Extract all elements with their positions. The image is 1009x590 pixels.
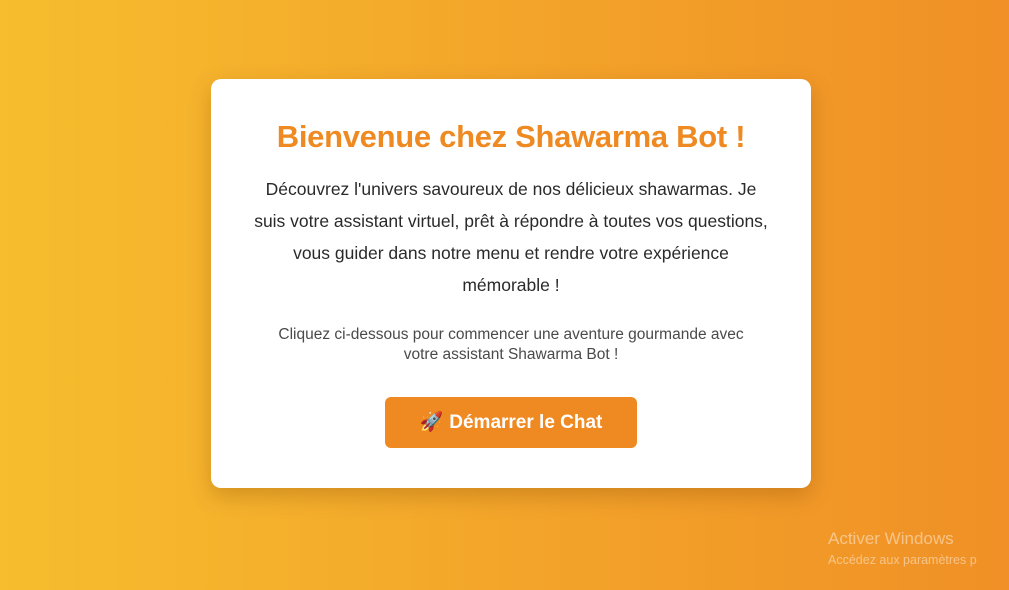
rocket-icon: 🚀 bbox=[419, 412, 444, 433]
start-chat-button[interactable]: 🚀 Démarrer le Chat bbox=[385, 397, 637, 448]
welcome-card: Bienvenue chez Shawarma Bot ! Découvrez … bbox=[211, 79, 811, 488]
windows-activation-watermark: Activer Windows Accédez aux paramètres p bbox=[828, 529, 977, 571]
watermark-subtitle: Accédez aux paramètres p bbox=[828, 553, 977, 567]
start-chat-label: Démarrer le Chat bbox=[449, 411, 603, 433]
watermark-title: Activer Windows bbox=[828, 529, 954, 548]
call-to-action-text: Cliquez ci-dessous pour commencer une av… bbox=[278, 326, 744, 363]
page-title: Bienvenue chez Shawarma Bot ! bbox=[276, 119, 746, 154]
intro-text: Découvrez l'univers savoureux de nos dél… bbox=[254, 179, 768, 295]
